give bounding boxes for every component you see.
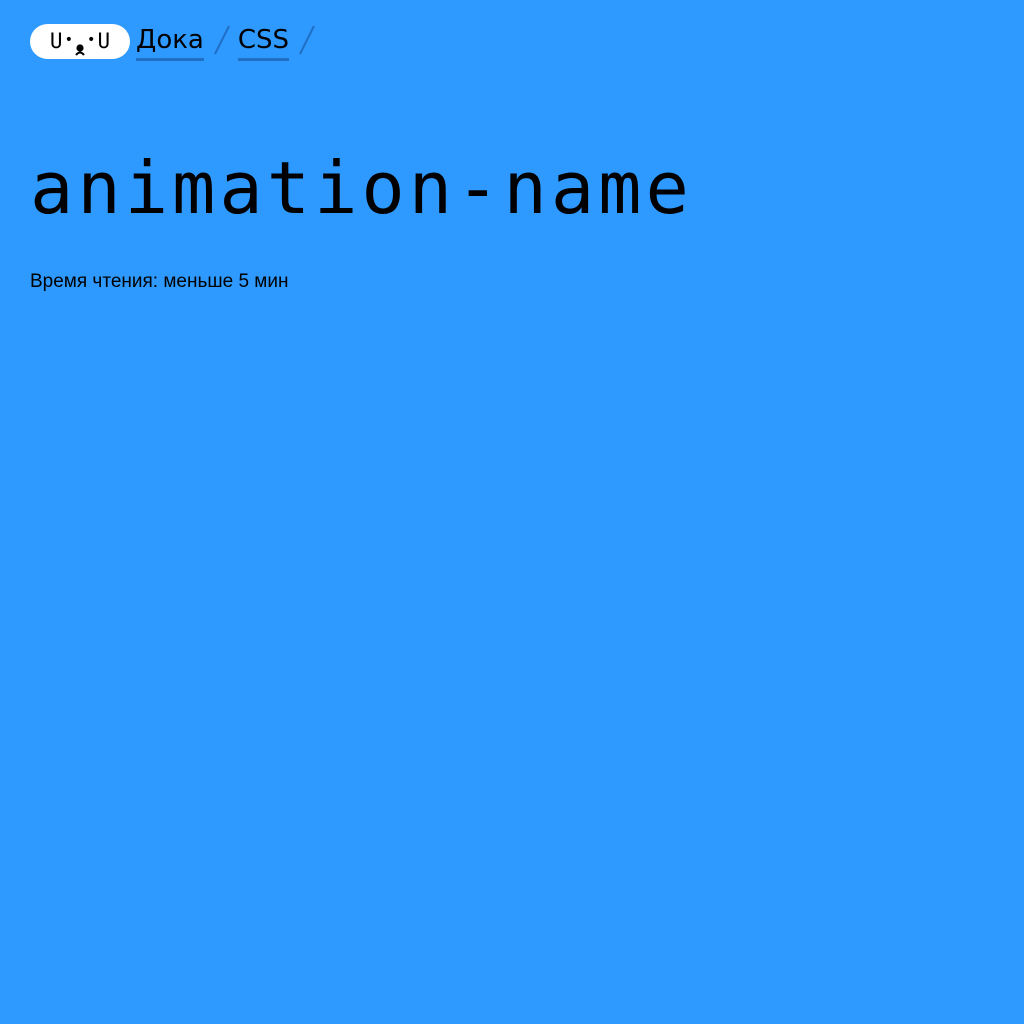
logo-left-eye-icon: • <box>64 31 73 48</box>
logo-right-letter: U <box>97 29 111 53</box>
breadcrumb-separator-icon <box>212 24 232 56</box>
site-header: U • • U Дока CSS <box>30 22 317 62</box>
logo-right-eye-icon: • <box>87 31 96 48</box>
logo-nose-icon <box>75 39 85 56</box>
breadcrumb-doka-link[interactable]: Дока <box>136 22 204 61</box>
breadcrumb-separator-icon <box>297 24 317 56</box>
doka-logo-link[interactable]: U • • U <box>30 24 130 59</box>
reading-time: Время чтения: меньше 5 мин <box>30 271 289 292</box>
breadcrumb-css-link[interactable]: CSS <box>237 22 290 61</box>
page-title: animation-name <box>30 146 693 230</box>
logo-left-letter: U <box>49 29 63 53</box>
